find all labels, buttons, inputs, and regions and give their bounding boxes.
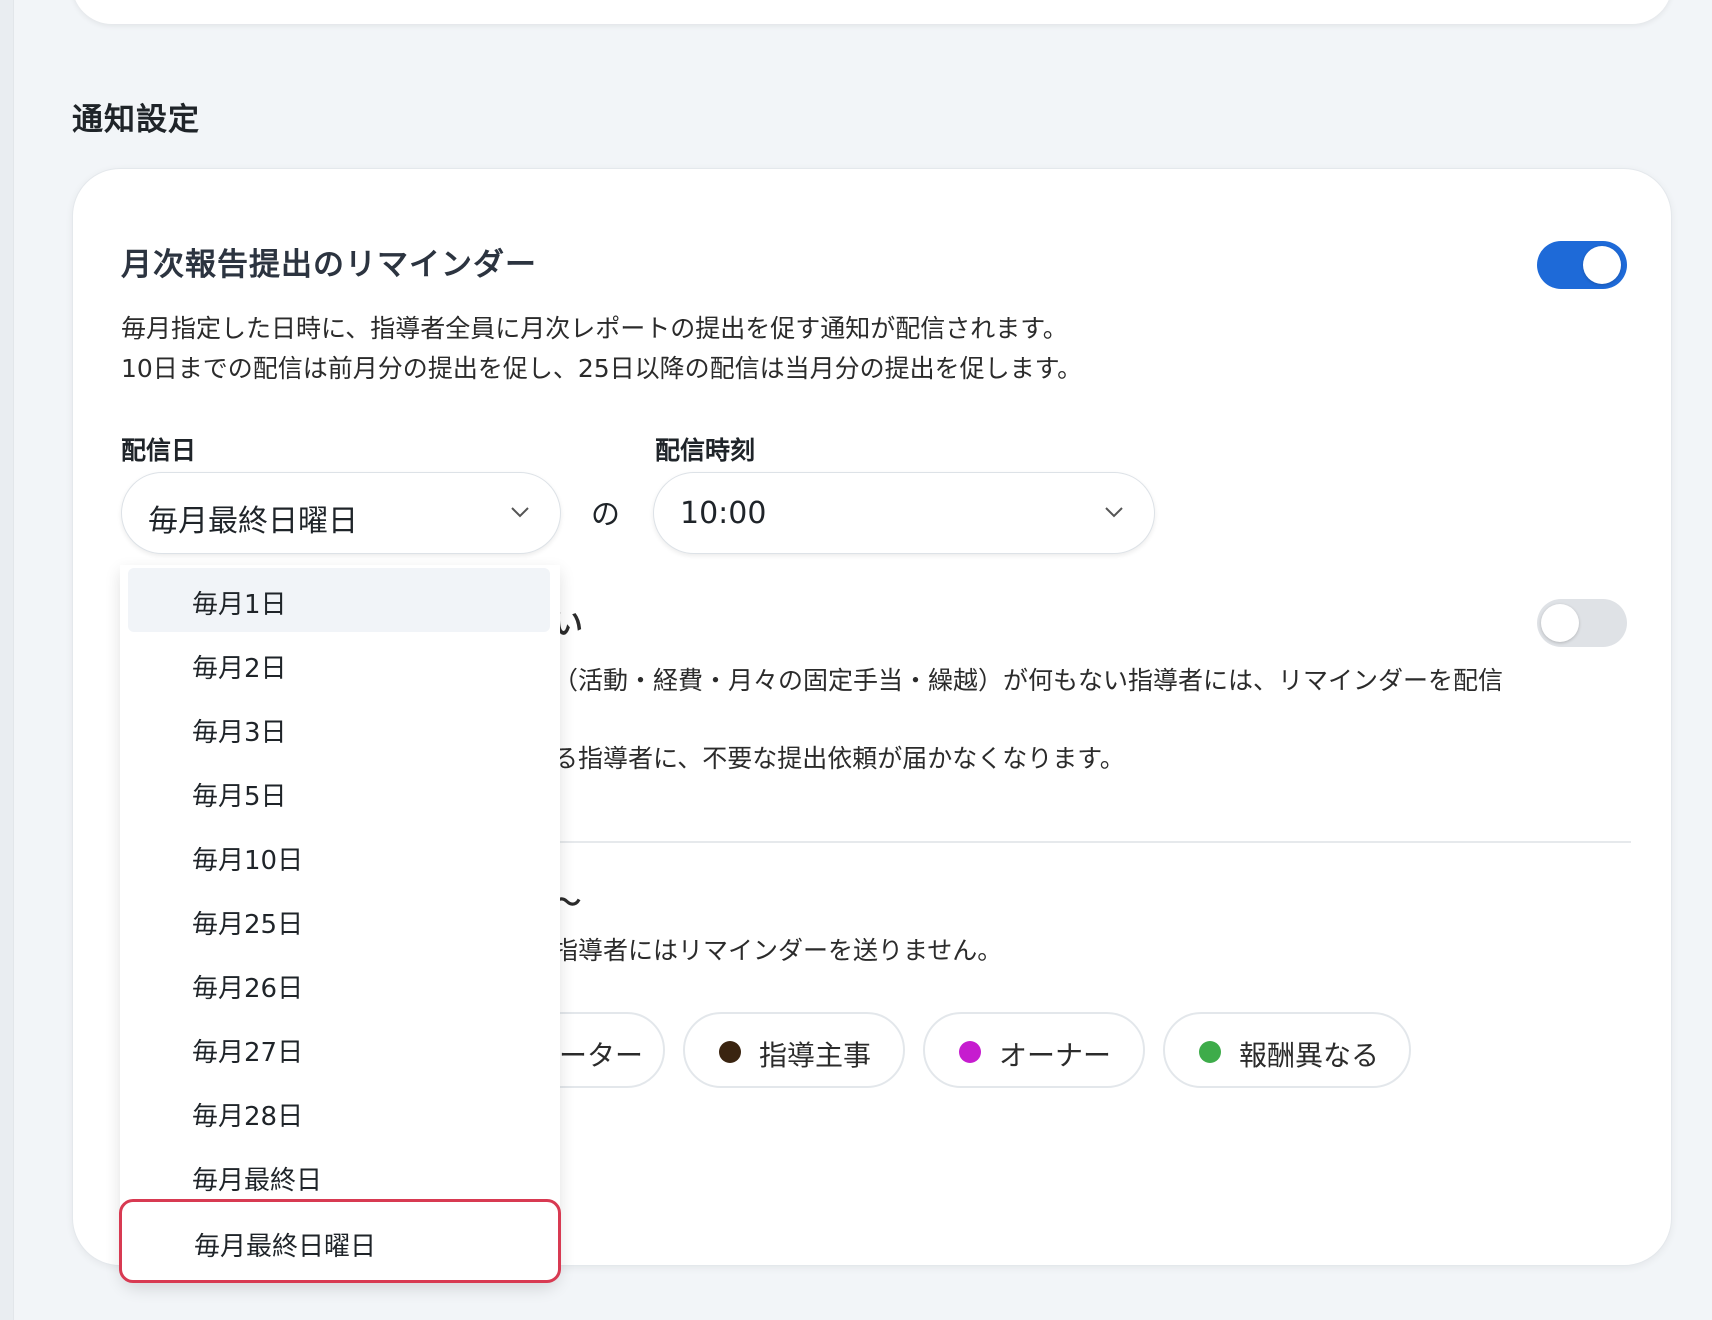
reminder-title: 月次報告提出のリマインダー [121, 247, 537, 283]
dropdown-option[interactable]: 毎月2日 [128, 632, 550, 696]
section-title: 通知設定 [72, 102, 200, 138]
color-dot [959, 1041, 981, 1063]
day-dropdown-menu: 毎月1日 毎月2日 毎月3日 毎月5日 毎月10日 毎月25日 毎月26日 毎月… [119, 565, 561, 1283]
reminder-description-line2: 10日までの配信は前月分の提出を促し、25日以降の配信は当月分の提出を促します。 [121, 354, 1083, 383]
connector-text: の [591, 497, 621, 531]
day-label: 配信日 [121, 436, 197, 465]
dropdown-option[interactable]: 毎月28日 [128, 1080, 550, 1144]
dropdown-option[interactable]: 毎月10日 [128, 824, 550, 888]
dropdown-option-selected[interactable]: 毎月最終日曜日 [119, 1199, 561, 1283]
left-rail [0, 0, 14, 1320]
chevron-down-icon [511, 507, 529, 518]
dropdown-option[interactable]: 毎月26日 [128, 952, 550, 1016]
time-label: 配信時刻 [655, 436, 756, 465]
reminder-toggle[interactable] [1537, 241, 1627, 289]
time-select-value: 10:00 [680, 496, 767, 531]
dropdown-option[interactable]: 毎月3日 [128, 696, 550, 760]
time-select[interactable]: 10:00 [653, 472, 1155, 554]
dropdown-option[interactable]: 毎月1日 [128, 568, 550, 632]
toggle-knob [1583, 246, 1621, 284]
second-setting-toggle[interactable] [1537, 599, 1627, 647]
dropdown-option[interactable]: 毎月27日 [128, 1016, 550, 1080]
chevron-down-icon [1105, 507, 1123, 518]
third-setting-desc: 指導者にはリマインダーを送りません。 [553, 936, 1003, 965]
dropdown-option[interactable]: 毎月5日 [128, 760, 550, 824]
day-select-value: 毎月最終日曜日 [148, 504, 358, 539]
dropdown-option[interactable]: 毎月25日 [128, 888, 550, 952]
role-chip[interactable]: 報酬異なる [1163, 1012, 1411, 1088]
role-chip[interactable]: 指導主事 [683, 1012, 905, 1088]
second-setting-desc-line2: る指導者に、不要な提出依頼が届かなくなります。 [553, 744, 1125, 773]
reminder-description-line1: 毎月指定した日時に、指導者全員に月次レポートの提出を促す通知が配信されます。 [121, 314, 1068, 343]
color-dot [719, 1041, 741, 1063]
second-setting-desc-line1: （活動・経費・月々の固定手当・繰越）が何もない指導者には、リマインダーを配信 [553, 666, 1504, 695]
previous-card [72, 0, 1672, 24]
toggle-knob [1541, 604, 1579, 642]
day-select[interactable]: 毎月最終日曜日 [121, 472, 561, 554]
color-dot [1199, 1041, 1221, 1063]
role-chip[interactable]: オーナー [923, 1012, 1145, 1088]
